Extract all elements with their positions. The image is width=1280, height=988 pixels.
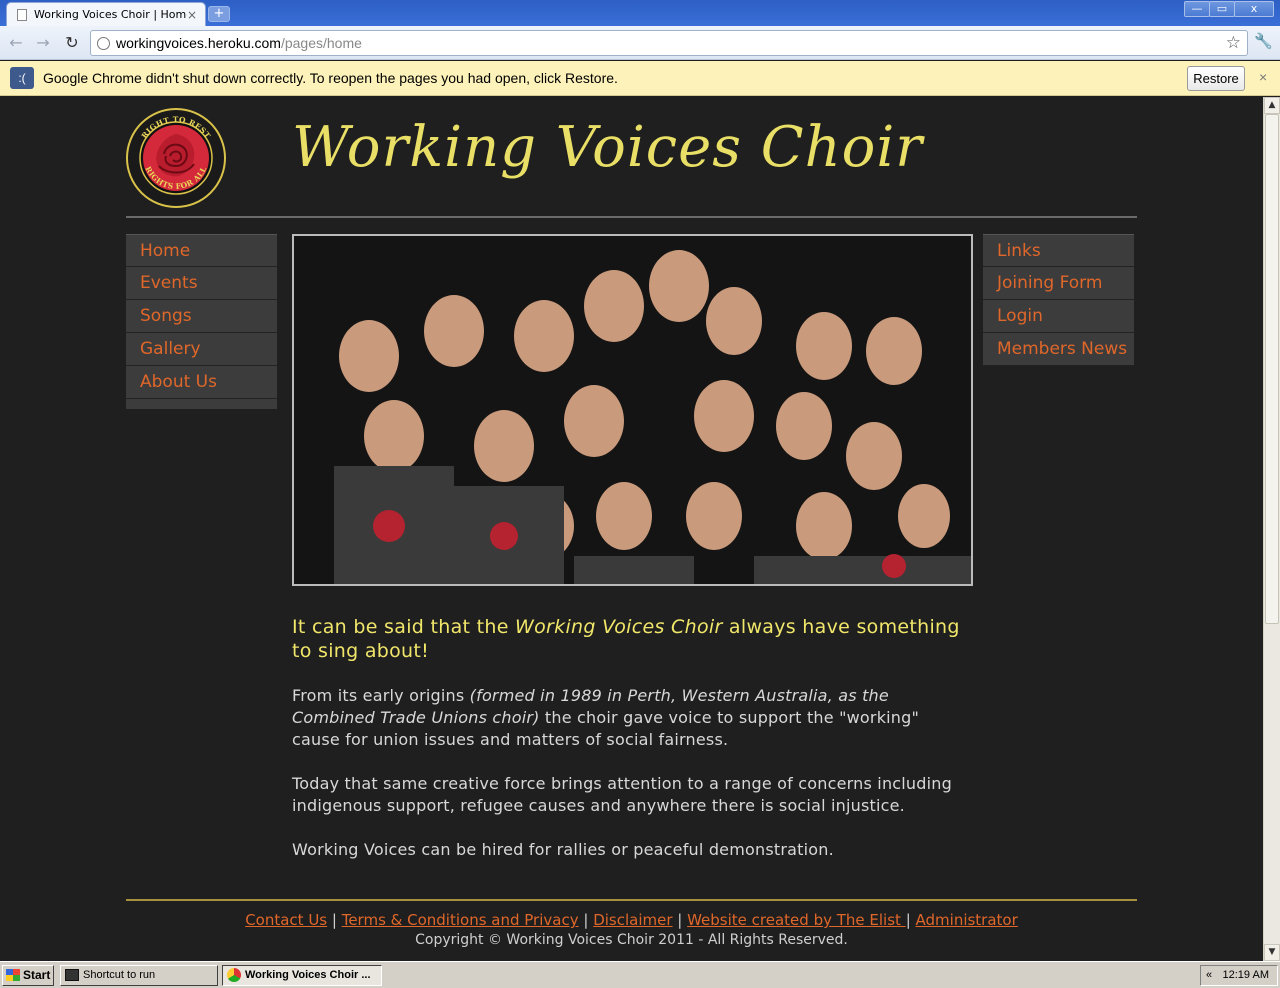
- wrench-icon[interactable]: 🔧: [1254, 32, 1273, 50]
- forward-arrow-icon[interactable]: →: [33, 33, 53, 53]
- clock: 12:19 AM: [1222, 969, 1269, 981]
- infobar-close-icon[interactable]: ×: [1259, 69, 1267, 85]
- copyright-text: Copyright © Working Voices Choir 2011 - …: [415, 932, 848, 948]
- close-window-button[interactable]: x: [1234, 1, 1274, 17]
- taskbar-item-chrome[interactable]: Working Voices Choir ...: [222, 965, 382, 986]
- url-host: workingvoices.heroku.com: [116, 35, 281, 51]
- site-title: Working Voices Choir: [292, 115, 924, 180]
- nav-item-about-us[interactable]: About Us: [126, 366, 277, 399]
- reload-icon[interactable]: ↻: [62, 33, 82, 53]
- tray-expand-icon[interactable]: «: [1206, 966, 1212, 985]
- choir-logo-rose-icon: RIGHT TO REST RIGHTS FOR ALL: [126, 108, 226, 208]
- restore-button[interactable]: Restore: [1187, 66, 1245, 91]
- vertical-scrollbar[interactable]: ▲ ▼: [1263, 97, 1280, 961]
- nav-footer-bar: [126, 399, 277, 409]
- main-content: It can be said that the Working Voices C…: [292, 615, 972, 861]
- windows-taskbar: Start Shortcut to run Working Voices Cho…: [0, 961, 1280, 988]
- address-bar[interactable]: workingvoices.heroku.com/pages/home ☆: [90, 30, 1248, 56]
- browser-toolbar: ← → ↻ workingvoices.heroku.com/pages/hom…: [0, 26, 1280, 60]
- choir-photo: [292, 234, 973, 586]
- footer-divider: [126, 899, 1137, 901]
- globe-icon: [97, 36, 110, 50]
- chrome-icon: [227, 968, 241, 982]
- footer-link-website-created-by[interactable]: Website created by The Elist: [687, 911, 906, 929]
- history-text: From its early origins: [292, 686, 470, 705]
- header-divider: [126, 216, 1137, 218]
- windows-logo-icon: [6, 969, 20, 981]
- browser-tab-strip: Working Voices Choir | Home × + — ▭ x: [0, 0, 1280, 26]
- sad-tab-icon: :(: [10, 67, 34, 89]
- left-nav-menu: Home Events Songs Gallery About Us: [126, 234, 277, 409]
- right-nav-menu: Links Joining Form Login Members News: [983, 234, 1134, 366]
- nav-item-login[interactable]: Login: [983, 300, 1134, 333]
- nav-item-home[interactable]: Home: [126, 234, 277, 267]
- infobar-message: Google Chrome didn't shut down correctly…: [43, 70, 618, 86]
- tab-title: Working Voices Choir | Home: [34, 8, 187, 21]
- page-icon: [17, 8, 27, 21]
- taskbar-item-label: Working Voices Choir ...: [245, 969, 371, 981]
- tab-close-icon[interactable]: ×: [187, 8, 197, 22]
- footer-separator: |: [327, 911, 342, 929]
- footer-separator: |: [672, 911, 688, 929]
- web-page: RIGHT TO REST RIGHTS FOR ALL Working Voi…: [0, 97, 1263, 961]
- minimize-button[interactable]: —: [1184, 1, 1210, 17]
- footer-separator: |: [905, 911, 916, 929]
- lead-italic-text: Working Voices Choir: [515, 616, 723, 638]
- new-tab-button[interactable]: +: [208, 6, 230, 22]
- start-label: Start: [23, 968, 51, 982]
- console-icon: [65, 969, 79, 981]
- nav-item-gallery[interactable]: Gallery: [126, 333, 277, 366]
- footer-links: Contact Us | Terms & Conditions and Priv…: [126, 911, 1137, 929]
- nav-item-songs[interactable]: Songs: [126, 300, 277, 333]
- maximize-button[interactable]: ▭: [1209, 1, 1235, 17]
- nav-item-links[interactable]: Links: [983, 234, 1134, 267]
- nav-item-members-news[interactable]: Members News: [983, 333, 1134, 366]
- history-paragraph: From its early origins (formed in 1989 i…: [292, 685, 972, 751]
- nav-item-events[interactable]: Events: [126, 267, 277, 300]
- footer-link-disclaimer[interactable]: Disclaimer: [593, 911, 672, 929]
- start-button[interactable]: Start: [2, 965, 54, 986]
- choir-photo-illustration: [294, 236, 971, 584]
- footer-link-terms[interactable]: Terms & Conditions and Privacy: [342, 911, 579, 929]
- causes-paragraph: Today that same creative force brings at…: [292, 774, 952, 815]
- back-arrow-icon[interactable]: ←: [6, 33, 26, 53]
- footer-separator: |: [578, 911, 594, 929]
- hire-paragraph: Working Voices can be hired for rallies …: [292, 840, 834, 859]
- crash-infobar: :( Google Chrome didn't shut down correc…: [0, 61, 1280, 96]
- url-path: /pages/home: [280, 35, 362, 51]
- browser-tab[interactable]: Working Voices Choir | Home ×: [6, 2, 206, 26]
- taskbar-item-shortcut[interactable]: Shortcut to run: [60, 965, 218, 986]
- scroll-up-arrow-icon[interactable]: ▲: [1264, 97, 1280, 114]
- bookmark-star-icon[interactable]: ☆: [1226, 33, 1241, 53]
- lead-paragraph: It can be said that the Working Voices C…: [292, 615, 972, 663]
- scroll-thumb[interactable]: [1265, 114, 1279, 624]
- footer-link-administrator[interactable]: Administrator: [916, 911, 1018, 929]
- footer-link-contact-us[interactable]: Contact Us: [245, 911, 327, 929]
- lead-text: It can be said that the: [292, 616, 516, 638]
- taskbar-item-label: Shortcut to run: [83, 969, 156, 981]
- system-tray: « 12:19 AM: [1200, 965, 1278, 986]
- nav-item-joining-form[interactable]: Joining Form: [983, 267, 1134, 300]
- scroll-down-arrow-icon[interactable]: ▼: [1264, 944, 1280, 961]
